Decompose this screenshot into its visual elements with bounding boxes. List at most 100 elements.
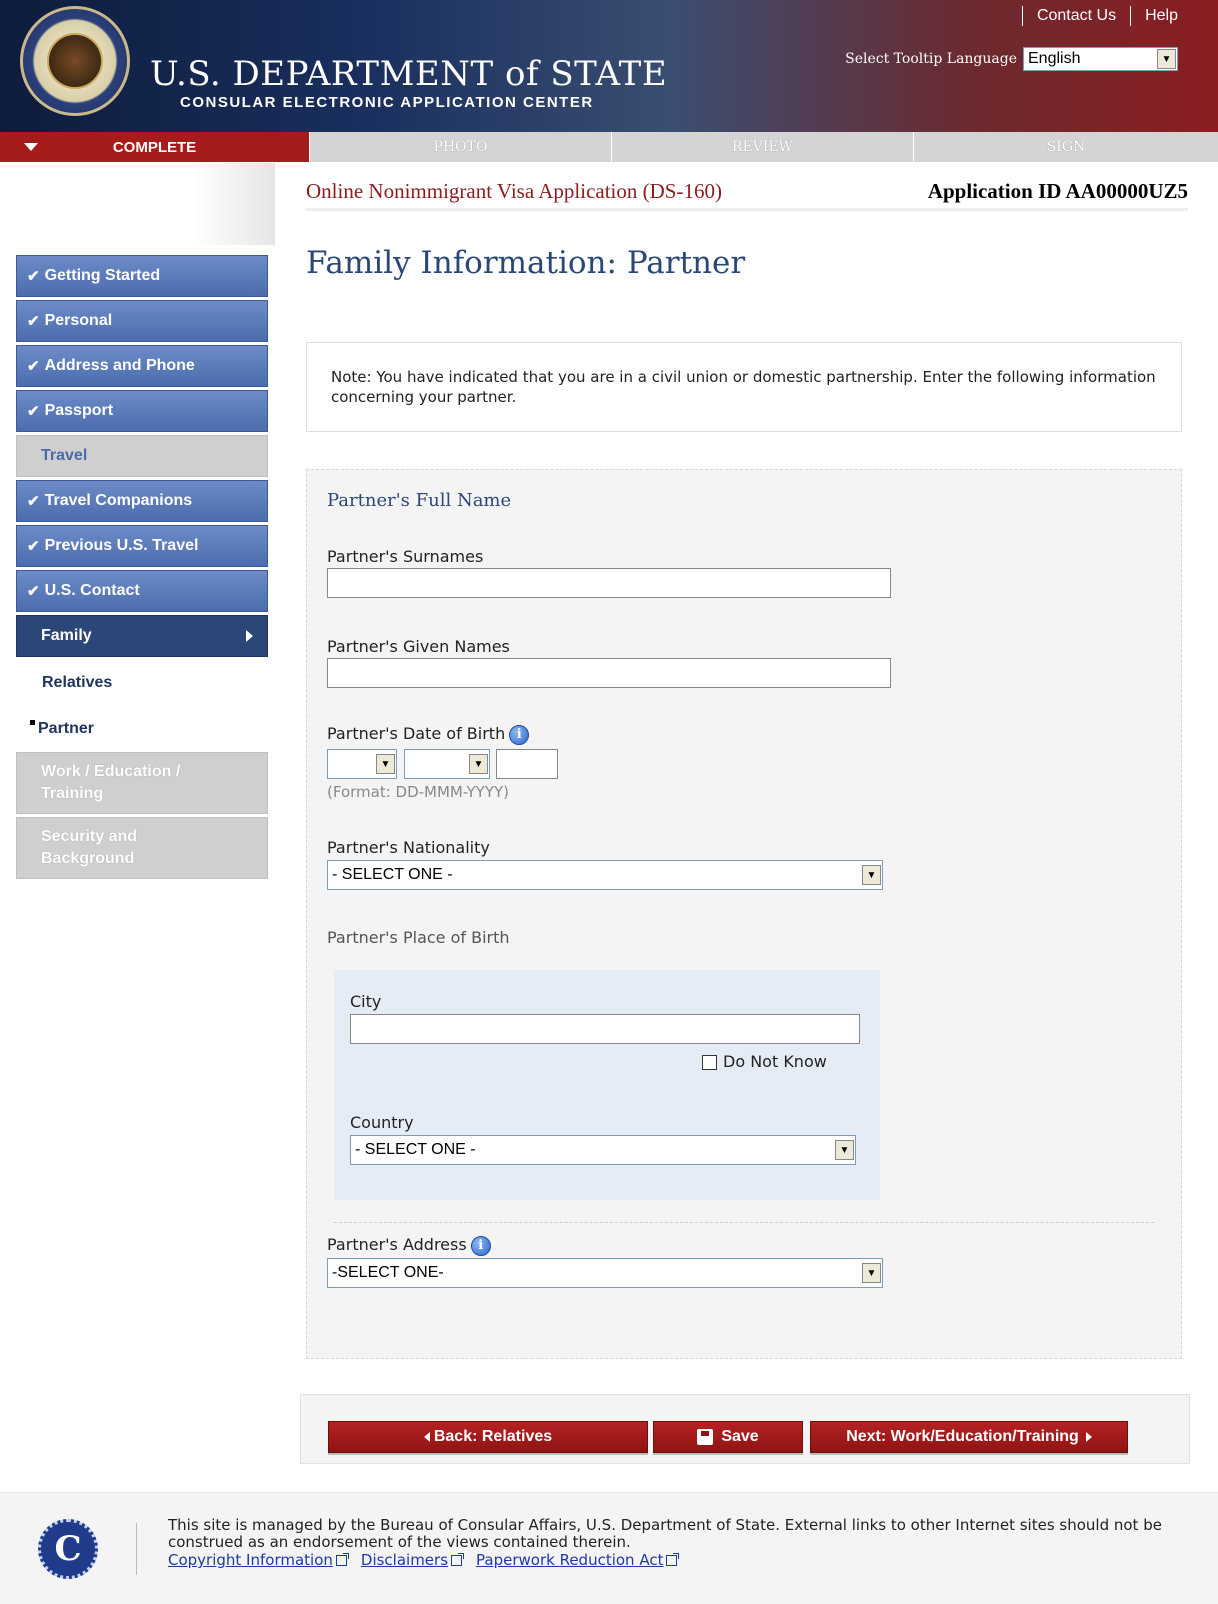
do-not-know-label: Do Not Know — [723, 1052, 827, 1071]
department-subtitle: CONSULAR ELECTRONIC APPLICATION CENTER — [180, 94, 594, 111]
step-sign: SIGN — [914, 132, 1218, 162]
surnames-label: Partner's Surnames — [327, 547, 484, 566]
step-photo: PHOTO — [310, 132, 612, 162]
sidebar-item-us-contact[interactable]: ✔ U.S. Contact — [16, 570, 268, 612]
copyright-link[interactable]: Copyright Information — [168, 1551, 349, 1569]
paperwork-reduction-act-link[interactable]: Paperwork Reduction Act — [476, 1551, 680, 1569]
sidebar-subitem-partner[interactable]: Partner — [16, 706, 268, 752]
note-box: Note: You have indicated that you are in… — [306, 342, 1182, 432]
do-not-know-option[interactable]: Do Not Know — [702, 1052, 827, 1071]
checkmark-icon: ✔ — [27, 538, 40, 555]
external-link-icon — [335, 1553, 349, 1566]
application-title: Online Nonimmigrant Visa Application (DS… — [306, 179, 722, 203]
disclaimers-link[interactable]: Disclaimers — [361, 1551, 465, 1569]
dob-month-select[interactable]: ▼ — [404, 749, 490, 779]
address-label-row: Partner's Address i — [327, 1235, 491, 1256]
sidebar: ✔ Getting Started ✔ Personal ✔ Address and … — [0, 163, 275, 1463]
country-select[interactable]: - SELECT ONE - ▼ — [350, 1135, 856, 1165]
nationality-value: - SELECT ONE - — [332, 866, 453, 883]
sidebar-subitem-relatives[interactable]: Relatives — [16, 660, 268, 706]
site-footer: C This site is managed by the Bureau of … — [0, 1492, 1218, 1604]
sidebar-item-passport[interactable]: ✔ Passport — [16, 390, 268, 432]
department-seal-logo — [20, 6, 130, 116]
dob-day-select[interactable]: ▼ — [327, 749, 397, 779]
sidebar-item-travel-companions[interactable]: ✔ Travel Companions — [16, 480, 268, 522]
chevron-down-icon: ▼ — [835, 1140, 854, 1160]
nationality-select[interactable]: - SELECT ONE - ▼ — [327, 860, 883, 890]
save-disk-icon — [697, 1429, 714, 1445]
section-divider — [334, 1222, 1154, 1223]
dob-year-input[interactable] — [496, 749, 558, 779]
partner-form: Partner's Full Name Partner's Surnames P… — [306, 469, 1182, 1359]
step-complete[interactable]: COMPLETE — [0, 132, 310, 162]
arrow-left-icon — [423, 1432, 430, 1442]
external-link-icon — [666, 1553, 680, 1566]
chevron-down-icon: ▼ — [469, 754, 488, 774]
next-button[interactable]: Next: Work/Education/Training — [810, 1421, 1128, 1453]
nationality-label: Partner's Nationality — [327, 838, 490, 857]
bullet-icon — [30, 720, 35, 725]
tooltip-language-label: Select Tooltip Language — [845, 51, 1017, 67]
department-title: U.S. DEPARTMENT of STATE — [150, 54, 668, 94]
help-link[interactable]: Help — [1145, 7, 1178, 25]
page-title: Family Information: Partner — [306, 245, 746, 281]
footer-disclaimer-text: This site is managed by the Bureau of Co… — [168, 1516, 1162, 1551]
country-value: - SELECT ONE - — [355, 1141, 476, 1158]
back-button[interactable]: Back: Relatives — [328, 1421, 648, 1453]
checkmark-icon: ✔ — [27, 313, 40, 330]
given-names-input[interactable] — [327, 658, 891, 688]
sidebar-item-travel[interactable]: Travel — [16, 435, 268, 477]
place-of-birth-group: City Do Not Know Country - SELECT ONE - ▼ — [334, 970, 880, 1200]
sidebar-nav: ✔ Getting Started ✔ Personal ✔ Address and … — [16, 255, 268, 882]
do-not-know-checkbox[interactable] — [702, 1055, 717, 1070]
chevron-down-icon: ▼ — [862, 1263, 881, 1283]
contact-us-link[interactable]: Contact Us — [1037, 7, 1116, 25]
place-of-birth-label: Partner's Place of Birth — [327, 928, 510, 947]
step-review: REVIEW — [612, 132, 914, 162]
dob-label: Partner's Date of Birth — [327, 724, 506, 743]
sidebar-item-family[interactable]: Family — [16, 615, 268, 657]
footer-links: Copyright Information Disclaimers Paperw… — [168, 1551, 680, 1569]
checkmark-icon: ✔ — [27, 583, 40, 600]
save-button[interactable]: Save — [653, 1421, 803, 1453]
chevron-down-icon: ▼ — [1157, 49, 1176, 69]
checkmark-icon: ✔ — [27, 268, 40, 285]
sidebar-item-security-and-background: Security and Background — [16, 817, 268, 879]
utility-links: Contact Us Help — [1008, 6, 1178, 26]
tooltip-language-select[interactable]: English ▼ — [1023, 47, 1178, 71]
tooltip-language-selector: Select Tooltip Language English ▼ — [845, 47, 1178, 71]
dob-label-row: Partner's Date of Birth i — [327, 724, 530, 745]
consular-affairs-logo: C — [38, 1519, 98, 1579]
full-name-heading: Partner's Full Name — [327, 490, 512, 511]
progress-steps: COMPLETE PHOTO REVIEW SIGN — [0, 132, 1218, 162]
city-label: City — [350, 992, 382, 1011]
address-label: Partner's Address — [327, 1235, 467, 1254]
caret-down-icon — [24, 143, 38, 151]
tooltip-language-value: English — [1028, 50, 1081, 67]
chevron-down-icon: ▼ — [376, 754, 395, 774]
site-header: U.S. DEPARTMENT of STATE CONSULAR ELECTR… — [0, 0, 1218, 132]
checkmark-icon: ✔ — [27, 358, 40, 375]
dob-format-hint: (Format: DD-MMM-YYYY) — [327, 783, 510, 801]
sidebar-item-address-and-phone[interactable]: ✔ Address and Phone — [16, 345, 268, 387]
sidebar-item-previous-us-travel[interactable]: ✔ Previous U.S. Travel — [16, 525, 268, 567]
sidebar-item-personal[interactable]: ✔ Personal — [16, 300, 268, 342]
address-value: -SELECT ONE- — [332, 1264, 444, 1281]
given-names-label: Partner's Given Names — [327, 637, 510, 656]
surnames-input[interactable] — [327, 568, 891, 598]
application-id: Application ID AA00000UZ5 — [927, 179, 1188, 203]
arrow-right-icon — [1085, 1432, 1092, 1442]
navigation-button-bar: Back: Relatives Save Next: Work/Educatio… — [300, 1394, 1190, 1464]
sidebar-item-getting-started[interactable]: ✔ Getting Started — [16, 255, 268, 297]
sidebar-item-work-education-training: Work / Education / Training — [16, 752, 268, 814]
external-link-icon — [451, 1553, 465, 1566]
info-icon[interactable]: i — [509, 724, 530, 745]
application-header: Online Nonimmigrant Visa Application (DS… — [306, 175, 1188, 211]
checkmark-icon: ✔ — [27, 403, 40, 420]
address-select[interactable]: -SELECT ONE- ▼ — [327, 1258, 883, 1288]
city-input[interactable] — [350, 1014, 860, 1044]
chevron-right-icon — [246, 630, 253, 642]
checkmark-icon: ✔ — [27, 493, 40, 510]
chevron-down-icon: ▼ — [862, 865, 881, 885]
info-icon[interactable]: i — [470, 1235, 491, 1256]
